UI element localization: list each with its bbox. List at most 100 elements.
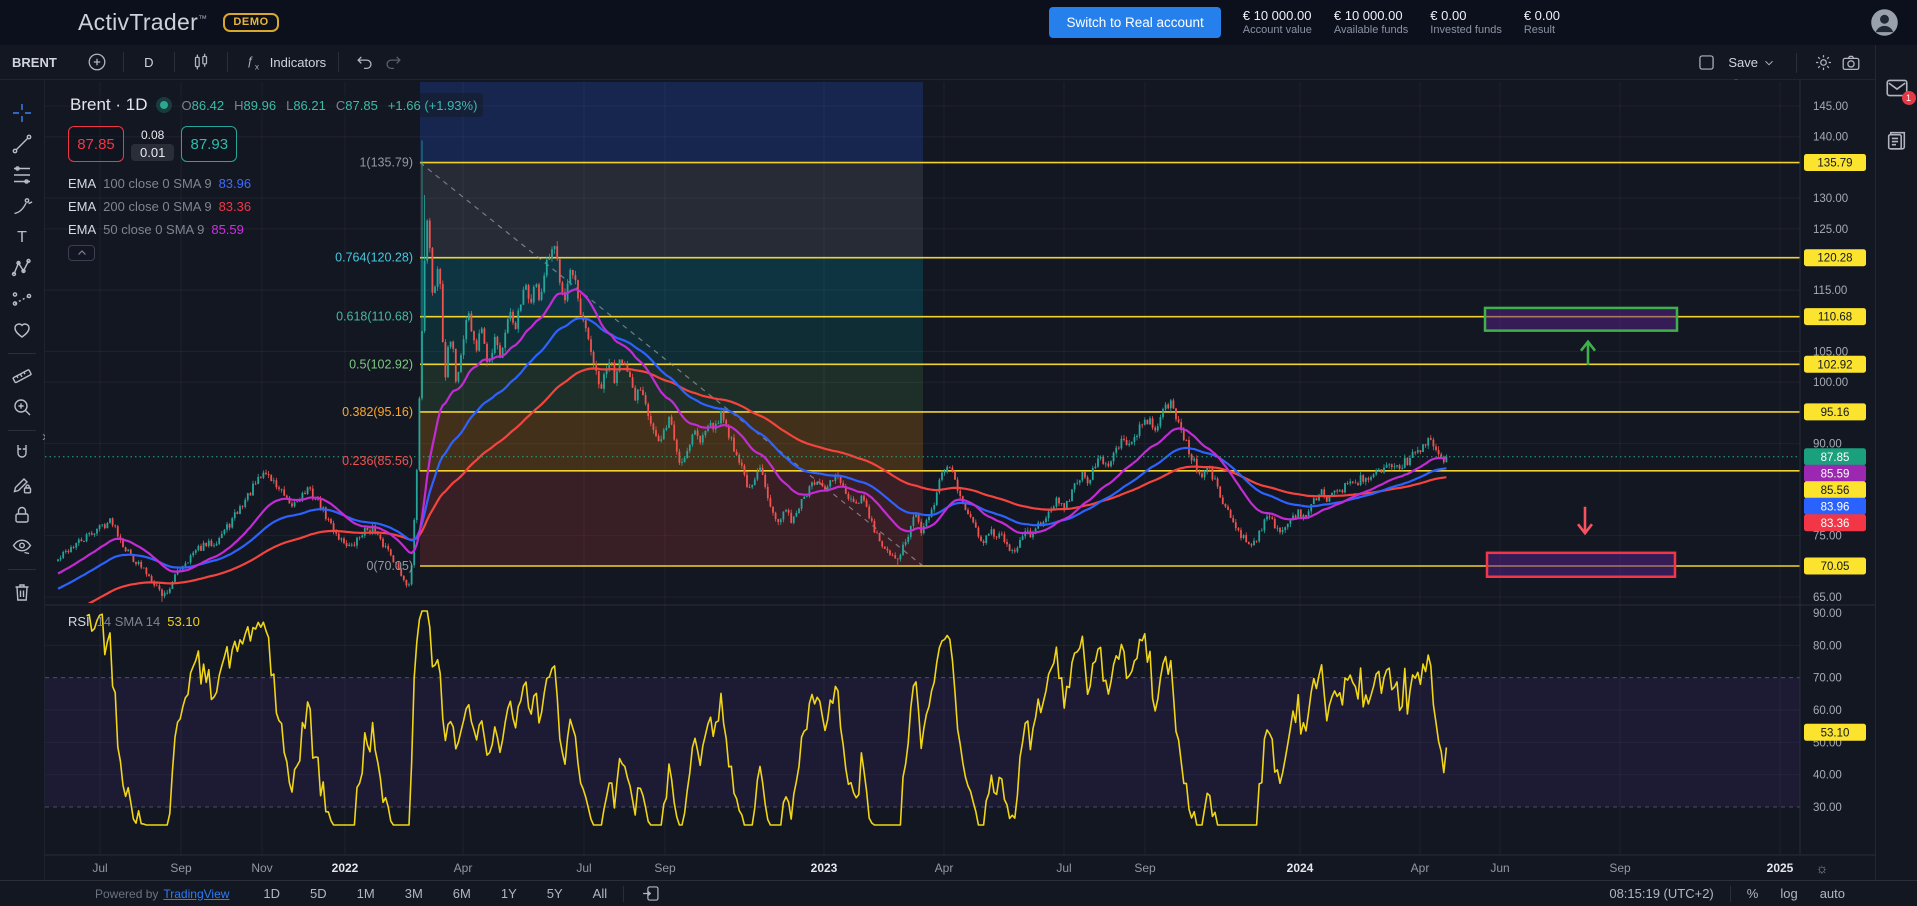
indicators-button[interactable]: Indicators — [270, 55, 326, 70]
buy-button[interactable]: 87.93 — [181, 126, 237, 162]
interval-button[interactable]: D — [136, 55, 162, 70]
svg-text:53.10: 53.10 — [1821, 727, 1850, 739]
price-badge: 83.96 — [1804, 498, 1866, 515]
legend-title: Brent · 1D — [70, 95, 147, 115]
news-button[interactable] — [1882, 125, 1912, 155]
news-icon — [1884, 128, 1909, 153]
switch-to-real-button[interactable]: Switch to Real account — [1049, 7, 1220, 38]
stat-value: € 0.00 — [1524, 8, 1560, 24]
range-1d[interactable]: 1D — [263, 886, 280, 901]
price-badge: 53.10 — [1804, 724, 1866, 741]
chevron-up-icon — [76, 247, 88, 259]
divider — [1730, 886, 1731, 902]
svg-text:30.00: 30.00 — [1813, 802, 1842, 814]
layout-select-button[interactable] — [1692, 49, 1720, 77]
svg-text:T: T — [17, 229, 27, 246]
range-5y[interactable]: 5Y — [547, 886, 563, 901]
fib-bands — [420, 82, 923, 566]
divider — [8, 569, 36, 570]
collapse-legend-button[interactable] — [68, 245, 95, 261]
spread-points: 0.01 — [131, 144, 174, 161]
stat-value: € 10 000.00 — [1334, 8, 1408, 24]
svg-text:85.59: 85.59 — [1821, 468, 1850, 480]
hide-drawings-button[interactable] — [7, 531, 37, 561]
price-badge: 102.92 — [1804, 356, 1866, 373]
app-logo: ActivTrader™ — [78, 9, 207, 36]
xabcd-pattern-icon — [10, 256, 34, 280]
fib-retracement-icon — [10, 163, 34, 187]
tradingview-link[interactable]: TradingView — [163, 887, 229, 901]
symbol-button[interactable]: BRENT — [12, 55, 57, 70]
ema-200-row[interactable]: EMA200 close 0 SMA 983.36 — [68, 195, 251, 218]
chart-area: 1(135.79)0.764(120.28)0.618(110.68)0.5(1… — [45, 80, 1875, 880]
svg-text:Sep: Sep — [170, 861, 192, 875]
emoji-tool-button[interactable] — [7, 315, 37, 345]
inbox-button[interactable]: 1 — [1882, 73, 1912, 103]
svg-text:70.05: 70.05 — [1821, 561, 1850, 573]
trash-icon — [10, 580, 34, 604]
text-tool-button[interactable]: T — [7, 222, 37, 252]
user-avatar[interactable] — [1870, 8, 1899, 37]
fib-retracement-tool-button[interactable] — [7, 160, 37, 190]
ema-100-row[interactable]: EMA100 close 0 SMA 983.96 — [68, 172, 251, 195]
rsi-legend[interactable]: RSI 14 SMA 14 53.10 — [68, 614, 200, 629]
remove-drawings-button[interactable] — [7, 577, 37, 607]
magnet-icon — [10, 441, 34, 465]
percent-scale-button[interactable]: % — [1747, 886, 1759, 901]
zoom-in-tool-button[interactable] — [7, 392, 37, 422]
price-badge: 85.59 — [1804, 465, 1866, 482]
session-clock[interactable]: 08:15:19 (UTC+2) — [1609, 886, 1713, 901]
eye-icon — [10, 534, 34, 558]
spread-value: 0.08 — [141, 128, 164, 142]
pattern-tool-button[interactable] — [7, 253, 37, 283]
svg-text:100.00: 100.00 — [1813, 377, 1848, 389]
sell-button[interactable]: 87.85 — [68, 126, 124, 162]
ruler-icon — [10, 364, 34, 388]
range-5d[interactable]: 5D — [310, 886, 327, 901]
drawing-mode-lock-button[interactable] — [7, 469, 37, 499]
axis-settings-icon[interactable]: ☼ — [1816, 860, 1829, 876]
range-1m[interactable]: 1M — [357, 886, 375, 901]
symbol-legend-row: Brent · 1D O86.42 H89.96 L86.21 C87.85 +… — [68, 93, 483, 117]
svg-text:0.382(95.16): 0.382(95.16) — [342, 405, 413, 419]
auto-scale-button[interactable]: auto — [1820, 886, 1845, 901]
measure-tool-button[interactable] — [7, 361, 37, 391]
range-6m[interactable]: 6M — [453, 886, 471, 901]
svg-text:102.92: 102.92 — [1817, 359, 1852, 371]
range-3m[interactable]: 3M — [405, 886, 423, 901]
projection-tool-button[interactable] — [7, 284, 37, 314]
chart-style-button[interactable] — [187, 48, 215, 76]
svg-text:90.00: 90.00 — [1813, 608, 1842, 620]
svg-text:2024: 2024 — [1287, 861, 1314, 875]
brush-tool-button[interactable] — [7, 191, 37, 221]
text-icon: T — [10, 225, 34, 249]
lock-drawings-button[interactable] — [7, 500, 37, 530]
compare-add-button[interactable] — [83, 48, 111, 76]
range-1y[interactable]: 1Y — [501, 886, 517, 901]
range-all[interactable]: All — [593, 886, 607, 901]
svg-text:145.00: 145.00 — [1813, 101, 1848, 113]
indicator-legend: EMA100 close 0 SMA 983.96 EMA200 close 0… — [68, 172, 251, 241]
trend-line-tool-button[interactable] — [7, 129, 37, 159]
indicators-icon[interactable]: ƒx — [240, 48, 268, 76]
svg-text:0.236(85.56): 0.236(85.56) — [342, 454, 413, 468]
price-badge: 135.79 — [1804, 154, 1866, 171]
svg-text:2025: 2025 — [1767, 861, 1794, 875]
ema-50-row[interactable]: EMA50 close 0 SMA 985.59 — [68, 218, 251, 241]
magnet-mode-button[interactable] — [7, 438, 37, 468]
supply-zone-box[interactable] — [1485, 308, 1677, 331]
svg-text:Sep: Sep — [1134, 861, 1156, 875]
save-layout-button[interactable]: Save Save — [1728, 55, 1776, 70]
undo-button[interactable] — [351, 48, 379, 76]
lock-icon — [10, 503, 34, 527]
log-scale-button[interactable]: log — [1780, 886, 1797, 901]
pencil-lock-icon — [10, 472, 34, 496]
save-label: Save — [1728, 55, 1758, 70]
chart-settings-button[interactable] — [1809, 49, 1837, 77]
svg-text:120.28: 120.28 — [1817, 253, 1852, 265]
demand-zone-box[interactable] — [1487, 553, 1675, 577]
go-to-date-button[interactable] — [640, 883, 661, 904]
snapshot-button[interactable] — [1837, 49, 1865, 77]
crosshair-tool-button[interactable] — [7, 98, 37, 128]
redo-button[interactable] — [379, 48, 407, 76]
